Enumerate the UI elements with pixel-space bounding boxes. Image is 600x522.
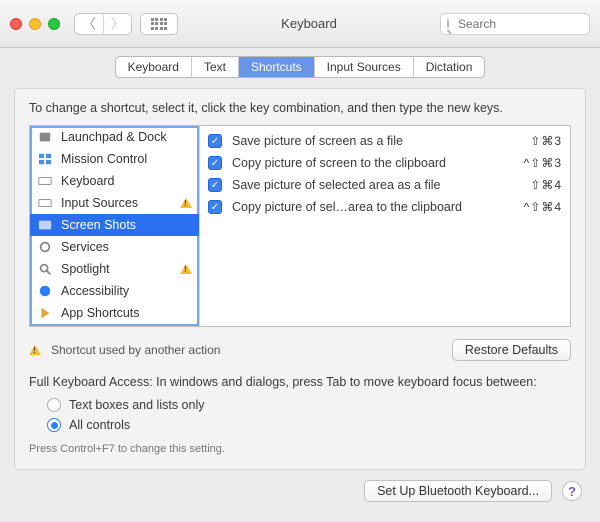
- shortcut-row[interactable]: ✓ Copy picture of sel…area to the clipbo…: [208, 196, 562, 218]
- shortcut-label: Save picture of selected area as a file: [232, 178, 502, 192]
- sidebar-item-mission-control[interactable]: Mission Control: [30, 148, 199, 170]
- sidebar-item-keyboard[interactable]: Keyboard: [30, 170, 199, 192]
- radio-button[interactable]: [47, 398, 61, 412]
- sidebar-item-screen-shots[interactable]: Screen Shots: [30, 214, 199, 236]
- radio-label: Text boxes and lists only: [69, 398, 205, 412]
- show-all-button[interactable]: [140, 13, 178, 35]
- radio-label: All controls: [69, 418, 130, 432]
- sidebar-item-label: Spotlight: [61, 262, 110, 276]
- launchpad-icon: [37, 129, 53, 145]
- search-input[interactable]: [456, 16, 600, 32]
- input-sources-icon: [37, 195, 53, 211]
- search-icon: [447, 18, 449, 29]
- full-keyboard-hint: Press Control+F7 to change this setting.: [29, 443, 571, 455]
- nav-back-forward: 〈 〉: [74, 13, 132, 35]
- setup-bluetooth-keyboard-button[interactable]: Set Up Bluetooth Keyboard...: [364, 480, 552, 502]
- back-button[interactable]: 〈: [75, 14, 103, 34]
- help-button[interactable]: ?: [562, 481, 582, 501]
- conflict-note: Shortcut used by another action: [51, 343, 220, 357]
- radio-all-controls[interactable]: All controls: [29, 415, 571, 435]
- shortcuts-columns: Launchpad & Dock Mission Control Keyboar…: [29, 125, 571, 327]
- tab-keyboard[interactable]: Keyboard: [116, 57, 191, 77]
- tab-dictation[interactable]: Dictation: [413, 57, 485, 77]
- warning-icon: [180, 264, 192, 274]
- titlebar: 〈 〉 Keyboard: [0, 0, 600, 48]
- shortcut-keys[interactable]: ^⇧⌘3: [512, 156, 562, 170]
- sidebar-item-label: Accessibility: [61, 284, 129, 298]
- keyboard-icon: [37, 173, 53, 189]
- pref-tabs: Keyboard Text Shortcuts Input Sources Di…: [0, 56, 600, 78]
- shortcut-keys[interactable]: ⇧⌘4: [512, 178, 562, 192]
- accessibility-icon: [37, 283, 53, 299]
- full-keyboard-label: Full Keyboard Access: In windows and dia…: [29, 375, 571, 389]
- instruction-text: To change a shortcut, select it, click t…: [29, 101, 571, 115]
- sidebar-item-label: Launchpad & Dock: [61, 130, 167, 144]
- under-panel-row: Shortcut used by another action Restore …: [29, 339, 571, 361]
- radio-button[interactable]: [47, 418, 61, 432]
- checkbox[interactable]: ✓: [208, 200, 222, 214]
- mission-control-icon: [37, 151, 53, 167]
- sidebar-item-services[interactable]: Services: [30, 236, 199, 258]
- shortcut-label: Save picture of screen as a file: [232, 134, 502, 148]
- sidebar-item-input-sources[interactable]: Input Sources: [30, 192, 199, 214]
- services-icon: [37, 239, 53, 255]
- radio-text-boxes-only[interactable]: Text boxes and lists only: [29, 395, 571, 415]
- sidebar-item-label: Services: [61, 240, 109, 254]
- sidebar-item-label: Mission Control: [61, 152, 147, 166]
- category-list[interactable]: Launchpad & Dock Mission Control Keyboar…: [30, 126, 200, 326]
- checkbox[interactable]: ✓: [208, 156, 222, 170]
- sidebar-item-label: App Shortcuts: [61, 306, 140, 320]
- forward-button[interactable]: 〉: [103, 14, 131, 34]
- shortcut-list[interactable]: ✓ Save picture of screen as a file ⇧⌘3 ✓…: [200, 126, 570, 326]
- restore-defaults-button[interactable]: Restore Defaults: [452, 339, 571, 361]
- sidebar-item-spotlight[interactable]: Spotlight: [30, 258, 199, 280]
- shortcut-row[interactable]: ✓ Save picture of selected area as a fil…: [208, 174, 562, 196]
- shortcut-row[interactable]: ✓ Copy picture of screen to the clipboar…: [208, 152, 562, 174]
- zoom-window-button[interactable]: [48, 18, 60, 30]
- checkbox[interactable]: ✓: [208, 178, 222, 192]
- close-window-button[interactable]: [10, 18, 22, 30]
- tab-shortcuts[interactable]: Shortcuts: [238, 57, 314, 77]
- warning-icon: [29, 345, 41, 355]
- shortcuts-panel: To change a shortcut, select it, click t…: [14, 88, 586, 470]
- window-title: Keyboard: [186, 16, 432, 31]
- spotlight-icon: [37, 261, 53, 277]
- window-traffic-lights: [10, 18, 60, 30]
- footer: Set Up Bluetooth Keyboard... ?: [0, 480, 600, 502]
- shortcut-row[interactable]: ✓ Save picture of screen as a file ⇧⌘3: [208, 130, 562, 152]
- minimize-window-button[interactable]: [29, 18, 41, 30]
- screenshots-icon: [37, 217, 53, 233]
- full-keyboard-access: Full Keyboard Access: In windows and dia…: [29, 375, 571, 455]
- shortcut-label: Copy picture of sel…area to the clipboar…: [232, 200, 502, 214]
- sidebar-item-label: Input Sources: [61, 196, 138, 210]
- shortcut-keys[interactable]: ⇧⌘3: [512, 134, 562, 148]
- shortcut-keys[interactable]: ^⇧⌘4: [512, 200, 562, 214]
- sidebar-item-label: Keyboard: [61, 174, 115, 188]
- app-shortcuts-icon: [37, 305, 53, 321]
- grid-icon: [151, 18, 168, 30]
- sidebar-item-label: Screen Shots: [61, 218, 136, 232]
- warning-icon: [180, 198, 192, 208]
- search-field[interactable]: [440, 13, 590, 35]
- sidebar-item-app-shortcuts[interactable]: App Shortcuts: [30, 302, 199, 324]
- shortcut-label: Copy picture of screen to the clipboard: [232, 156, 502, 170]
- sidebar-item-launchpad[interactable]: Launchpad & Dock: [30, 126, 199, 148]
- tab-text[interactable]: Text: [191, 57, 238, 77]
- tab-input-sources[interactable]: Input Sources: [314, 57, 413, 77]
- sidebar-item-accessibility[interactable]: Accessibility: [30, 280, 199, 302]
- checkbox[interactable]: ✓: [208, 134, 222, 148]
